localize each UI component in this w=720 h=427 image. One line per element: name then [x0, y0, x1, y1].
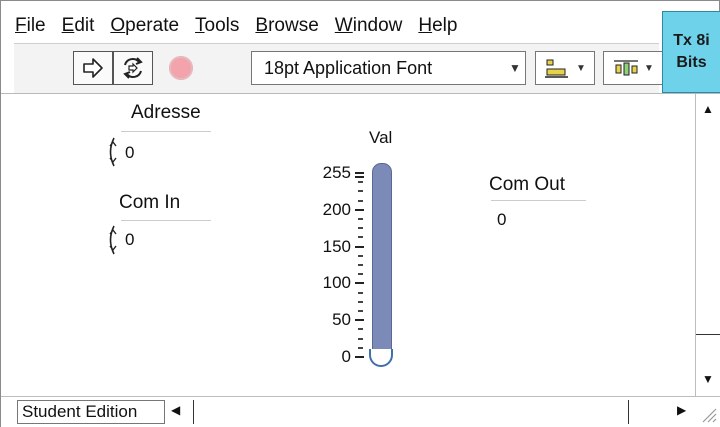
slider-minor-tick	[358, 264, 363, 266]
adresse-increment-decrement[interactable]	[104, 135, 120, 169]
slider-tick-label: 200	[322, 199, 351, 219]
run-button[interactable]	[73, 51, 113, 85]
slider-minor-tick	[358, 254, 363, 257]
menu-operate[interactable]: Operate	[110, 15, 179, 37]
run-continuously-icon	[123, 57, 143, 79]
slider-tick-label: 0	[341, 347, 351, 366]
menu-window[interactable]: Window	[335, 15, 403, 37]
icon-pane-line2: Bits	[676, 54, 707, 71]
labview-front-panel-window: File Edit Operate Tools Browse Window He…	[0, 0, 720, 427]
scroll-left-arrow-icon[interactable]: ◀	[171, 403, 180, 417]
run-continuously-button[interactable]	[113, 51, 153, 85]
menu-tools[interactable]: Tools	[195, 15, 239, 37]
com-out-field-border	[491, 200, 586, 201]
scroll-right-arrow-icon[interactable]: ▶	[677, 403, 686, 417]
slider-minor-tick	[358, 227, 363, 230]
slider-minor-tick	[358, 310, 363, 312]
align-objects-dropdown[interactable]: ▼	[535, 51, 595, 85]
slider-minor-tick	[358, 300, 363, 303]
slider-minor-tick	[358, 199, 363, 202]
student-edition-label: Student Edition	[17, 400, 165, 424]
resize-grip-icon[interactable]	[697, 403, 717, 423]
horizontal-scrollbar-thumb-edge[interactable]	[628, 400, 629, 424]
menu-bar: File Edit Operate Tools Browse Window He…	[15, 11, 473, 41]
menu-file[interactable]: File	[15, 15, 46, 37]
chevron-down-icon: ▼	[576, 62, 586, 74]
slider-minor-tick	[358, 236, 363, 239]
abort-button[interactable]	[163, 51, 199, 85]
com-out-numeric-indicator: 0	[497, 210, 507, 229]
val-slider-label: Val	[369, 128, 393, 147]
slider-major-tick	[355, 282, 364, 285]
val-slider-knob[interactable]	[369, 349, 393, 367]
font-selector-label: 18pt Application Font	[264, 57, 433, 78]
text-settings-dropdown[interactable]: 18pt Application Font ▼	[251, 51, 526, 85]
com-in-increment-decrement[interactable]	[104, 223, 120, 257]
menu-edit[interactable]: Edit	[62, 15, 95, 37]
panel-divider	[1, 93, 720, 94]
slider-minor-tick	[358, 291, 363, 294]
slider-tick-label: 100	[322, 273, 351, 293]
val-slider-track[interactable]	[372, 163, 392, 361]
adresse-field-border	[121, 131, 211, 132]
com-out-label: Com Out	[489, 174, 566, 195]
run-arrow-icon	[83, 58, 103, 78]
slider-minor-tick	[358, 346, 363, 349]
adresse-label: Adresse	[131, 102, 201, 123]
slider-tick-label: 50	[332, 310, 351, 330]
horizontal-scrollbar-edge	[193, 400, 194, 424]
com-in-label: Com In	[119, 192, 181, 213]
slider-tick-label: 150	[322, 236, 351, 256]
slider-minor-tick	[358, 337, 363, 340]
chevron-down-icon: ▼	[644, 62, 654, 74]
align-objects-icon	[545, 59, 569, 78]
slider-minor-tick	[358, 181, 363, 184]
adresse-numeric-control[interactable]: 0	[125, 143, 134, 163]
menu-browse[interactable]: Browse	[255, 15, 318, 37]
com-in-field-border	[121, 220, 211, 221]
slider-minor-tick	[358, 190, 363, 193]
slider-major-tick	[355, 356, 364, 358]
vi-icon-pane[interactable]: Tx 8i Bits	[662, 11, 720, 93]
slider-minor-tick	[358, 273, 363, 276]
slider-major-tick	[355, 172, 364, 174]
slider-minor-tick	[358, 328, 363, 331]
com-in-numeric-control[interactable]: 0	[125, 230, 134, 250]
slider-major-tick	[355, 319, 364, 322]
abort-stop-icon	[169, 56, 193, 80]
scroll-down-arrow-icon[interactable]: ▼	[702, 372, 714, 386]
status-bar: Student Edition ◀ ▶	[1, 396, 720, 427]
slider-tick-label: 255	[322, 163, 351, 182]
slider-minor-tick	[358, 218, 363, 220]
vertical-scrollbar[interactable]: ▲ ▼	[695, 94, 720, 396]
slider-major-tick	[355, 208, 364, 211]
chevron-down-icon: ▼	[509, 61, 521, 75]
scroll-up-arrow-icon[interactable]: ▲	[702, 102, 714, 116]
distribute-objects-dropdown[interactable]: ▼	[603, 51, 663, 85]
menu-help[interactable]: Help	[418, 15, 457, 37]
scrollbar-thumb[interactable]	[696, 334, 720, 335]
icon-pane-line1: Tx 8i	[673, 32, 710, 49]
slider-major-tick	[355, 176, 364, 178]
slider-major-tick	[355, 245, 364, 248]
distribute-objects-icon	[614, 60, 639, 76]
